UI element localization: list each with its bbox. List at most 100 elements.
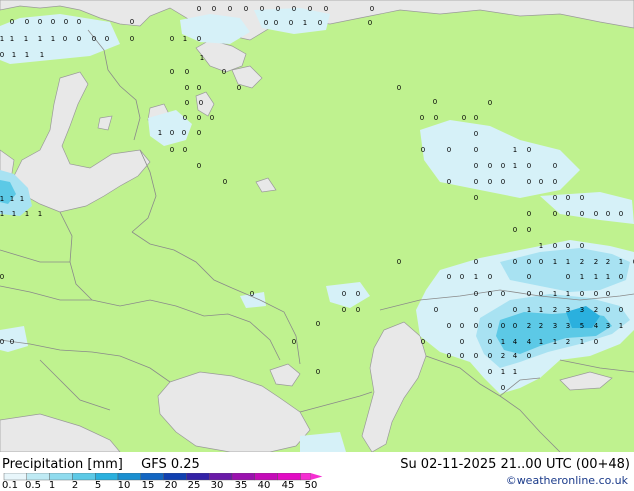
- precip-value-label: 1: [539, 338, 543, 346]
- precip-value-label: 0: [324, 5, 328, 13]
- precip-value-label: 1: [580, 338, 584, 346]
- precip-value-label: 0: [197, 162, 201, 170]
- precip-value-label: 0: [527, 258, 531, 266]
- precip-value-label: 0: [447, 322, 451, 330]
- precip-value-label: 1: [183, 35, 187, 43]
- precip-value-label: 2: [553, 306, 557, 314]
- precip-value-label: 0: [527, 162, 531, 170]
- precip-value-label: 0: [420, 114, 424, 122]
- precip-value-label: 0: [566, 194, 570, 202]
- precip-value-label: 0: [488, 352, 492, 360]
- precip-value-label: 0: [619, 273, 623, 281]
- precip-value-label: 0: [594, 290, 598, 298]
- precip-value-label: 0: [488, 178, 492, 186]
- precip-value-label: 0: [244, 5, 248, 13]
- precip-value-label: 0: [421, 338, 425, 346]
- precip-value-label: 0: [539, 258, 543, 266]
- precip-value-label: 0: [342, 306, 346, 314]
- precip-value-label: 0: [316, 320, 320, 328]
- precip-value-label: 0: [474, 322, 478, 330]
- precip-value-label: 0: [474, 146, 478, 154]
- precip-value-label: 0: [527, 226, 531, 234]
- precip-value-label: 2: [527, 322, 531, 330]
- precip-value-label: 0: [212, 5, 216, 13]
- precip-value-label: 0: [488, 162, 492, 170]
- precip-value-label: 1: [0, 210, 4, 218]
- precip-value-label: 0: [308, 5, 312, 13]
- precip-value-label: 0: [447, 178, 451, 186]
- legend-swatch: [49, 473, 73, 481]
- precip-value-label: 0: [527, 290, 531, 298]
- legend-swatch: [208, 473, 233, 481]
- precip-value-label: 0: [460, 273, 464, 281]
- precip-value-label: 0: [513, 306, 517, 314]
- precip-value-label: 1: [619, 322, 623, 330]
- precip-value-label: 1: [553, 258, 557, 266]
- precip-value-label: 0: [397, 84, 401, 92]
- precip-value-label: 0: [580, 290, 584, 298]
- legend-tick-label: 0.1: [2, 480, 18, 491]
- precipitation-map[interactable]: 0000000000000000000010011111000000100111…: [0, 0, 634, 453]
- precip-value-label: 0: [539, 290, 543, 298]
- legend-tick-label: 40: [257, 480, 271, 491]
- precip-value-label: 0: [527, 178, 531, 186]
- precip-value-label: 0: [368, 19, 372, 27]
- precip-value-label: 0: [130, 35, 134, 43]
- precip-value-label: 1: [553, 338, 557, 346]
- precip-value-label: 1: [539, 242, 543, 250]
- precip-value-label: 1: [513, 368, 517, 376]
- legend-tick-label: 2: [71, 480, 79, 491]
- precip-value-label: 5: [580, 322, 584, 330]
- legend-tick-label: 30: [210, 480, 224, 491]
- precip-value-label: 1: [566, 290, 570, 298]
- precip-value-label: 0: [356, 306, 360, 314]
- precip-value-label: 0: [356, 290, 360, 298]
- precip-value-label: 0: [130, 18, 134, 26]
- precip-value-label: 0: [474, 258, 478, 266]
- legend-swatch: [94, 473, 119, 481]
- precip-value-label: 0: [553, 162, 557, 170]
- legend-swatch: [140, 473, 164, 481]
- precip-value-label: 0: [276, 5, 280, 13]
- precip-value-label: 0: [92, 35, 96, 43]
- precip-value-label: 0: [183, 146, 187, 154]
- precip-value-label: 0: [260, 5, 264, 13]
- legend-swatch: [186, 473, 210, 481]
- precip-value-label: 4: [527, 338, 532, 346]
- precip-value-label: 0: [433, 98, 437, 106]
- valid-time: Su 02-11-2025 21..00 UTC (00+48): [400, 457, 630, 472]
- precip-value-label: 1: [474, 273, 478, 281]
- precip-value-label: 0: [197, 129, 201, 137]
- precip-value-label: 1: [0, 35, 4, 43]
- precip-value-label: 0: [501, 162, 505, 170]
- precip-value-label: 0: [0, 338, 4, 346]
- precip-value-label: 1: [51, 35, 55, 43]
- precip-value-label: 2: [594, 258, 598, 266]
- legend-arrow-icon: [310, 473, 323, 480]
- precip-value-label: 1: [25, 210, 29, 218]
- precip-value-label: 1: [12, 51, 16, 59]
- precip-value-label: 0: [474, 306, 478, 314]
- precip-value-label: 1: [200, 54, 204, 62]
- precip-value-label: 0: [474, 352, 478, 360]
- precip-value-label: 0: [421, 146, 425, 154]
- legend-tick-label: 20: [164, 480, 178, 491]
- precip-value-label: 0: [38, 18, 42, 26]
- precip-value-label: 0: [488, 273, 492, 281]
- precip-value-label: 0: [51, 18, 55, 26]
- precip-value-label: 1: [38, 210, 42, 218]
- precip-value-label: 1: [513, 146, 517, 154]
- precip-value-label: 0: [318, 19, 322, 27]
- precip-value-label: 0: [474, 114, 478, 122]
- legend-tick-label: 1: [48, 480, 56, 491]
- precip-value-label: 0: [197, 114, 201, 122]
- precip-value-label: 0: [199, 99, 203, 107]
- legend-tick-label: 50: [304, 480, 318, 491]
- precip-value-label: 1: [539, 306, 543, 314]
- precip-value-label: 0: [434, 114, 438, 122]
- precip-value-label: 0: [488, 368, 492, 376]
- precip-value-label: 0: [210, 114, 214, 122]
- precip-value-label: 0: [64, 18, 68, 26]
- precip-value-label: 3: [566, 322, 570, 330]
- credit-link[interactable]: ©weatheronline.co.uk: [506, 474, 628, 487]
